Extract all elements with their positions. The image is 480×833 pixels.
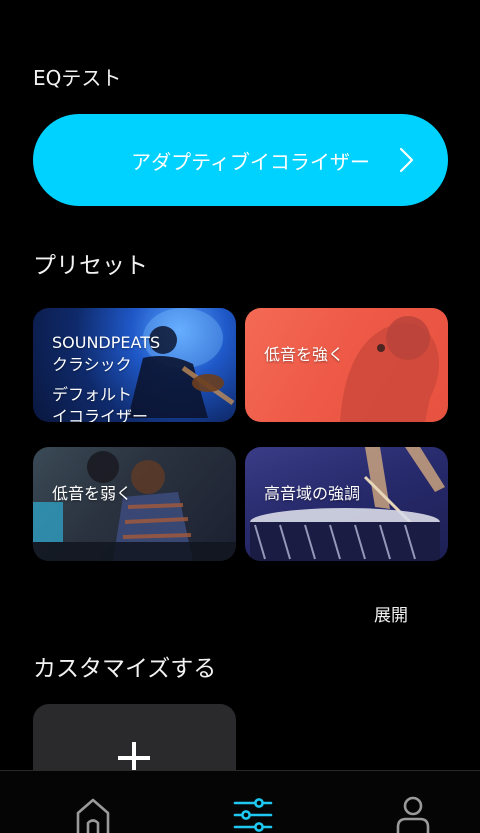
home-icon[interactable] — [73, 795, 113, 833]
preset-card-bass-reduce-label: 低音を弱く — [52, 484, 133, 503]
chevron-right-icon — [399, 147, 414, 173]
preset-card-classic[interactable]: SOUNDPEATS クラシック デフォルト イコライザー — [33, 308, 236, 422]
preset-card-treble-boost-label: 高音域の強調 — [264, 484, 361, 503]
preset-card-bass-boost[interactable]: 低音を強く — [245, 308, 448, 422]
eq-test-title: EQテスト — [33, 66, 122, 90]
adaptive-equalizer-label: アダプティブイコライザー — [131, 149, 370, 174]
preset-card-bass-reduce[interactable]: 低音を弱く — [33, 447, 236, 561]
expand-presets-link[interactable]: 展開 — [374, 601, 408, 626]
preset-card-treble-boost[interactable]: 高音域の強調 — [245, 447, 448, 561]
bottom-tab-bar — [0, 770, 480, 833]
equalizer-sliders-icon[interactable] — [233, 795, 273, 833]
preset-section-title: プリセット — [33, 253, 148, 279]
preset-card-bass-boost-label: 低音を強く — [264, 345, 345, 364]
person-icon[interactable] — [393, 795, 433, 833]
customize-section-title: カスタマイズする — [33, 656, 217, 682]
adaptive-equalizer-button[interactable]: アダプティブイコライザー — [33, 114, 448, 206]
preset-card-classic-title: SOUNDPEATS クラシック — [52, 333, 161, 374]
preset-card-classic-subtitle: デフォルト イコライザー — [52, 385, 149, 422]
